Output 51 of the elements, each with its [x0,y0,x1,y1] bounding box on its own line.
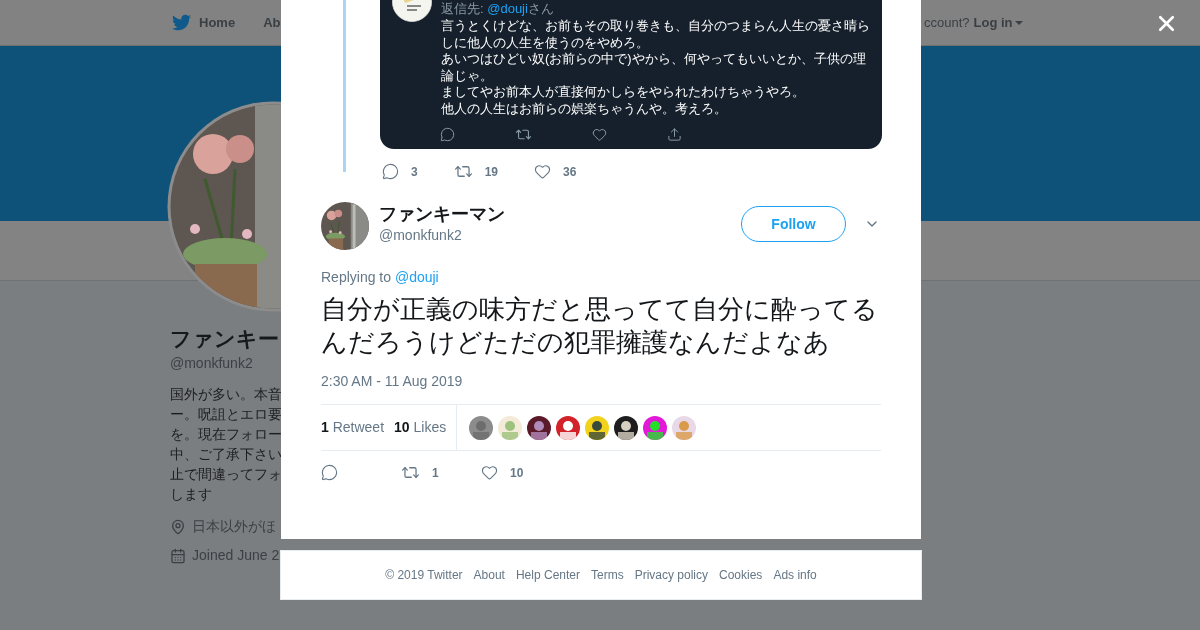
bird-icon [172,13,191,32]
nav-link[interactable]: Home [172,12,236,33]
reply-icon[interactable] [382,163,399,180]
stat-link[interactable]: 10 Likes [394,417,447,438]
login-button[interactable]: Log in [973,12,1023,33]
account-prompt: ccount? [924,13,970,32]
action-count: 36 [563,163,577,181]
author-name: ファンキーマン [379,203,505,225]
nav-link[interactable]: Ab [263,12,281,33]
heart-icon[interactable] [481,464,498,481]
footer-link[interactable]: Cookies [719,566,763,584]
heart-icon[interactable] [534,163,552,180]
action-count: 1 [432,464,439,482]
stat-link[interactable]: 1 Retweet [321,417,385,438]
bio-line: 中、ご了承下さい [170,445,282,464]
footer-link[interactable]: About [473,566,505,584]
quoted-tweet-text: ましてやお前本人が直接何かしらをやられたわけちゃうやろ。 [441,84,806,101]
footer-link[interactable]: Privacy policy [634,566,708,584]
reply-icon[interactable] [321,464,338,481]
footer-link[interactable]: Ads info [773,566,817,584]
reply-icon[interactable] [440,127,455,142]
bio-line: します [170,485,212,504]
footer-link[interactable]: © 2019 Twitter [385,566,463,584]
caret-icon [1014,20,1023,25]
profile-joined: Joined June 2 [192,546,280,565]
footer-link[interactable]: Help Center [515,566,580,584]
bio-line: 国外が多い。本音 [170,385,282,404]
footer-link[interactable]: Terms [591,566,624,584]
quoted-tweet-text: 他人の人生はお前らの娯楽ちゃうんや。考えろ。 [441,100,728,117]
heart-icon[interactable] [592,127,607,142]
action-count: 3 [411,163,418,181]
author-handle: @monkfunk2 [379,226,463,245]
reply-context: 返信先: @douji さん [441,1,555,17]
mention-link[interactable]: @douji [487,1,528,16]
share-icon[interactable] [667,127,682,142]
action-count: 19 [484,163,499,181]
profile-location: 日本以外がほ [192,517,276,536]
bio-line: 止で間違ってフォ [170,465,282,484]
mention-link[interactable]: @douji [394,269,439,285]
location-icon [170,518,186,535]
bio-line: を。現在フォロー [170,425,282,444]
profile-handle: @monkfunk2 [170,354,253,373]
calendar-icon [170,547,186,564]
bio-line: ー。呪詛とエロ要 [170,405,282,424]
action-count: 10 [510,464,524,482]
replying-to: Replying to @douji [321,268,440,287]
tweet-text: 自分が正義の味方だと思ってて自分に酔ってるんだろうけどただの犯罪擁護なんだよなあ [321,293,879,358]
tweet-timestamp: 2:30 AM - 11 Aug 2019 [321,372,464,391]
quoted-tweet-text: あいつはひどい奴(お前らの中で)やから、何やってもいいとか、子供の理論じゃ。 [441,51,867,84]
profile-name: ファンキー [170,326,279,352]
quoted-tweet-text: 言うとくけどな、お前もその取り巻きも、自分のつまらん人生の憂さ晴らしに他人の人生を使うのをやめろ。 [441,18,871,51]
